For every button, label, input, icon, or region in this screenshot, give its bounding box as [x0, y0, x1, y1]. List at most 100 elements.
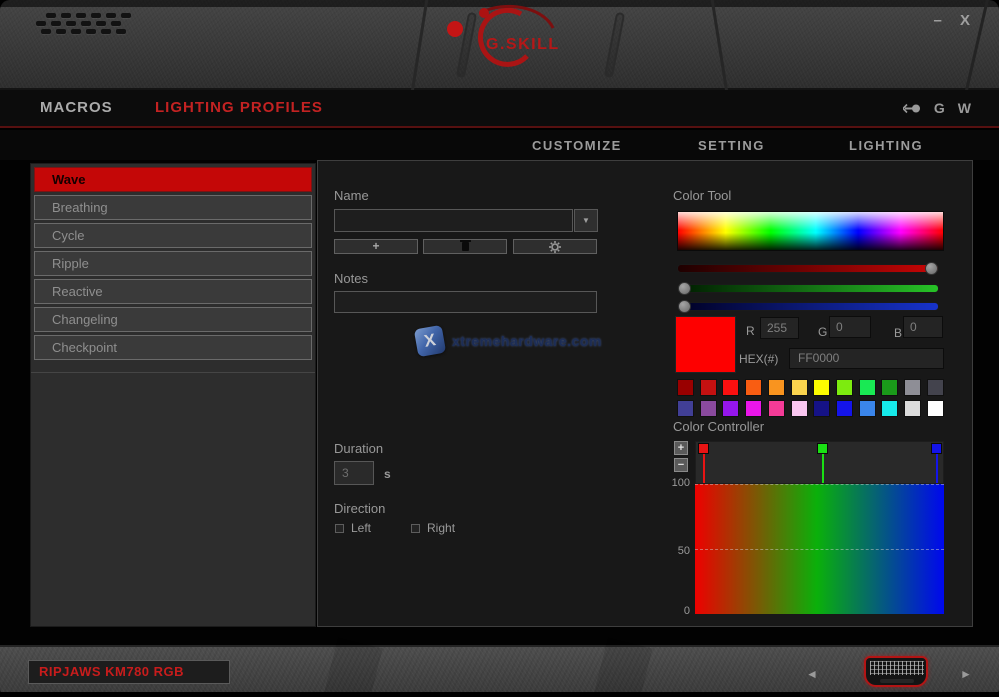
profile-settings-button[interactable]: [513, 239, 597, 254]
color-swatch[interactable]: [836, 379, 853, 396]
add-color-point-button[interactable]: +: [674, 441, 688, 455]
footer-bar: RIPJAWS KM780 RGB ◄ ►: [0, 645, 999, 692]
color-swatch[interactable]: [745, 400, 762, 417]
r-input[interactable]: 255: [760, 317, 799, 339]
color-point-strip[interactable]: [695, 441, 944, 484]
sidebar-item-reactive[interactable]: Reactive: [34, 279, 312, 304]
color-swatch[interactable]: [859, 400, 876, 417]
color-swatch[interactable]: [722, 379, 739, 396]
blue-slider[interactable]: [677, 302, 939, 311]
left-checkbox[interactable]: [335, 524, 344, 533]
tab-setting[interactable]: SETTING: [698, 138, 765, 153]
tab-macros[interactable]: MACROS: [40, 99, 113, 116]
gridline-100: [695, 484, 944, 485]
swatch-row-2: [677, 400, 944, 417]
main-tabbar: MACROS LIGHTING PROFILES G W: [0, 90, 999, 128]
window-bottom-edge: [0, 692, 999, 697]
color-swatch[interactable]: [677, 379, 694, 396]
color-swatch[interactable]: [813, 379, 830, 396]
red-slider[interactable]: [677, 264, 939, 273]
tab-customize[interactable]: CUSTOMIZE: [532, 138, 622, 153]
close-button[interactable]: X: [955, 10, 977, 31]
xtremehardware-watermark: X xtremehardware.com: [416, 327, 602, 355]
color-swatch[interactable]: [745, 379, 762, 396]
sidebar-divider: [31, 372, 315, 373]
hex-input[interactable]: FF0000: [789, 348, 944, 369]
plug-icon[interactable]: [903, 103, 921, 114]
color-swatch[interactable]: [927, 379, 944, 396]
next-device-arrow[interactable]: ►: [960, 667, 972, 681]
gskill-w-button[interactable]: W: [958, 100, 971, 116]
prev-device-arrow[interactable]: ◄: [806, 667, 818, 681]
color-point-marker[interactable]: [698, 443, 709, 454]
sidebar-item-changeling[interactable]: Changeling: [34, 307, 312, 332]
keyboard-device-icon[interactable]: [864, 656, 928, 687]
color-point-marker[interactable]: [931, 443, 942, 454]
chevron-down-icon[interactable]: ▼: [574, 209, 598, 232]
checkbox-label: Left: [351, 521, 371, 535]
right-checkbox[interactable]: [411, 524, 420, 533]
footer-texture: [323, 637, 382, 697]
checkbox-label: Right: [427, 521, 455, 535]
color-tool-label: Color Tool: [673, 188, 731, 203]
app-window: G.SKILL – X MACROS LIGHTING PROFILES G W…: [0, 0, 999, 697]
notes-label: Notes: [334, 271, 368, 286]
duration-unit: s: [384, 467, 391, 481]
hue-saturation-picker[interactable]: [677, 211, 944, 251]
blue-slider-thumb[interactable]: [678, 300, 691, 313]
green-slider[interactable]: [677, 284, 939, 293]
color-swatch[interactable]: [859, 379, 876, 396]
sub-tabbar: CUSTOMIZE SETTING LIGHTING: [0, 130, 999, 160]
gskill-logo: G.SKILL: [435, 4, 575, 70]
color-swatch[interactable]: [813, 400, 830, 417]
color-controller-label: Color Controller: [673, 419, 764, 434]
color-point-marker[interactable]: [817, 443, 828, 454]
green-slider-thumb[interactable]: [678, 282, 691, 295]
sidebar-item-cycle[interactable]: Cycle: [34, 223, 312, 248]
add-profile-button[interactable]: +: [334, 239, 418, 254]
color-swatch[interactable]: [791, 379, 808, 396]
color-swatch[interactable]: [904, 400, 921, 417]
hex-label: HEX(#): [739, 352, 778, 366]
color-point-line: [822, 454, 824, 483]
color-gradient-chart[interactable]: [695, 484, 944, 614]
gear-icon: [549, 241, 561, 253]
sidebar-item-ripple[interactable]: Ripple: [34, 251, 312, 276]
color-swatch[interactable]: [700, 379, 717, 396]
b-input[interactable]: 0: [903, 316, 943, 338]
profile-name-select[interactable]: [334, 209, 573, 232]
gskill-g-button[interactable]: G: [934, 100, 945, 116]
sidebar-item-wave[interactable]: Wave: [34, 167, 312, 192]
window-chrome: G.SKILL – X: [0, 0, 999, 90]
keyboard-wristrest: [880, 679, 914, 683]
color-swatch[interactable]: [836, 400, 853, 417]
sidebar-item-checkpoint[interactable]: Checkpoint: [34, 335, 312, 360]
ytick-100: 100: [648, 477, 690, 489]
color-swatch[interactable]: [904, 379, 921, 396]
notes-input[interactable]: [334, 291, 597, 313]
device-name-box: RIPJAWS KM780 RGB: [28, 660, 230, 684]
color-swatch[interactable]: [768, 379, 785, 396]
color-swatch[interactable]: [791, 400, 808, 417]
duration-input[interactable]: 3: [334, 461, 374, 485]
remove-color-point-button[interactable]: −: [674, 458, 688, 472]
color-swatch[interactable]: [677, 400, 694, 417]
color-swatch[interactable]: [700, 400, 717, 417]
chrome-seam: [710, 0, 729, 98]
color-point-line: [703, 454, 705, 483]
color-swatch[interactable]: [881, 400, 898, 417]
color-swatch[interactable]: [881, 379, 898, 396]
tab-lighting-profiles[interactable]: LIGHTING PROFILES: [155, 99, 323, 116]
tab-lighting[interactable]: LIGHTING: [849, 138, 923, 153]
delete-profile-button[interactable]: [423, 239, 507, 254]
g-input[interactable]: 0: [829, 316, 871, 338]
color-swatch[interactable]: [722, 400, 739, 417]
color-swatch[interactable]: [768, 400, 785, 417]
sidebar-item-breathing[interactable]: Breathing: [34, 195, 312, 220]
minimize-button[interactable]: –: [928, 10, 948, 31]
content-area: Wave Breathing Cycle Ripple Reactive Changeli…: [0, 160, 999, 648]
swatch-row-1: [677, 379, 944, 396]
r-label: R: [746, 324, 755, 338]
red-slider-thumb[interactable]: [925, 262, 938, 275]
color-swatch[interactable]: [927, 400, 944, 417]
